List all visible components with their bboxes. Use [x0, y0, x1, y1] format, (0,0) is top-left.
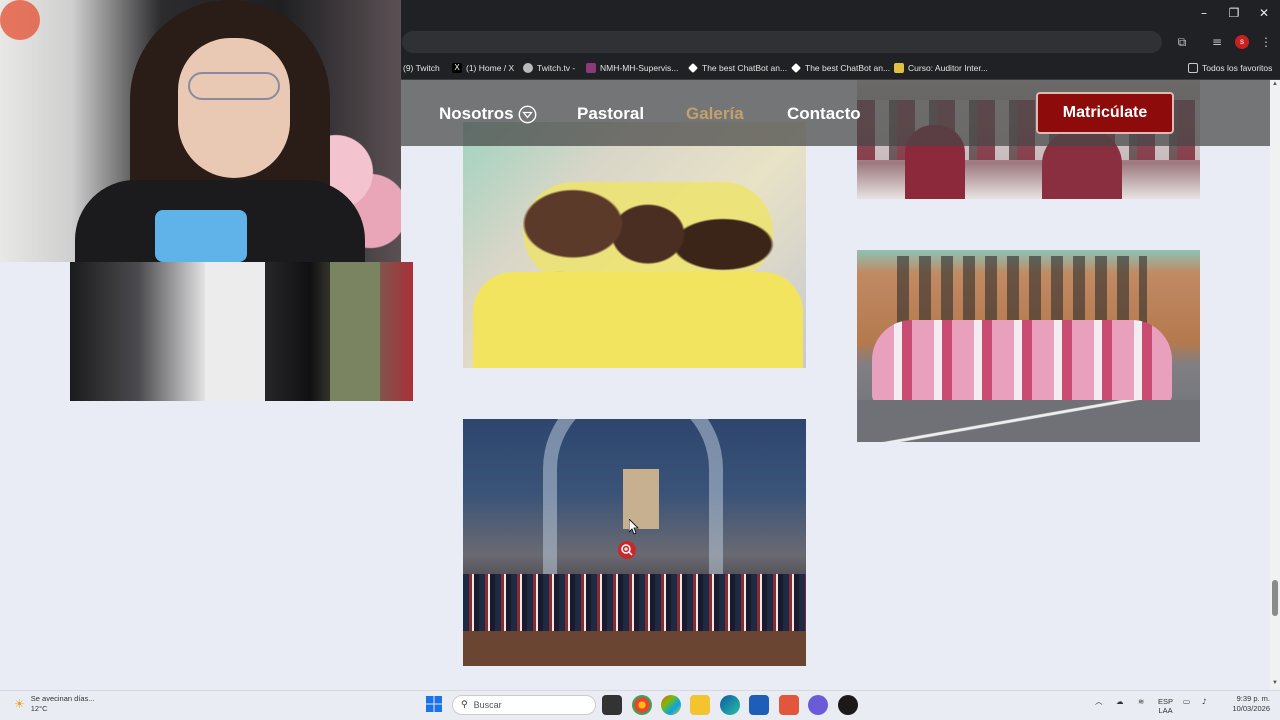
nav-nosotros[interactable]: Nosotros — [439, 104, 514, 124]
gallery-photo-stage-event[interactable] — [70, 262, 413, 401]
clock-time: 9:39 p. m. — [1236, 694, 1270, 703]
chatbot-icon — [791, 63, 801, 73]
chrome-icon[interactable] — [632, 695, 652, 715]
tray-expand-icon[interactable]: ︿ — [1095, 697, 1103, 706]
task-view-icon[interactable] — [602, 695, 622, 715]
store-icon[interactable] — [749, 695, 769, 715]
bookmark-item[interactable]: The best ChatBot an... — [688, 61, 787, 75]
nav-galeria[interactable]: Galería — [686, 104, 744, 124]
keyboard-layout: LAA — [1158, 706, 1173, 715]
wifi-icon[interactable]: ≋ — [1138, 697, 1144, 706]
profile-avatar[interactable]: s — [1235, 35, 1249, 49]
nav-contacto[interactable]: Contacto — [787, 104, 861, 124]
bookmark-label: Twitch.tv - — [537, 63, 576, 73]
network-icon[interactable]: ☁ — [1116, 697, 1124, 706]
bookmark-label: Curso: Auditor Inter... — [908, 63, 988, 73]
bookmark-item[interactable]: Twitch.tv - — [523, 61, 575, 75]
volume-icon[interactable]: ♪ — [1202, 697, 1207, 706]
system-clock[interactable]: 9:39 p. m. 10/03/2026 — [1222, 694, 1270, 714]
weather-temperature: 12°C — [30, 704, 48, 713]
minimize-icon[interactable]: – — [1194, 6, 1214, 20]
globe-icon — [523, 63, 533, 73]
chevron-down-icon[interactable] — [518, 105, 537, 124]
file-explorer-icon[interactable] — [690, 695, 710, 715]
gallery-photo-folk-dance[interactable] — [857, 250, 1200, 442]
bookmark-label: The best ChatBot an... — [702, 63, 788, 73]
obs-icon[interactable] — [838, 695, 858, 715]
discord-icon[interactable] — [808, 695, 828, 715]
address-bar[interactable] — [402, 31, 1162, 53]
search-icon: ⚲ — [461, 700, 468, 710]
scroll-up-icon[interactable]: ▲ — [1271, 81, 1279, 89]
language-indicator[interactable]: ESP LAA — [1158, 697, 1173, 715]
bookmark-item[interactable]: (9) Twitch — [403, 61, 440, 75]
weather-widget[interactable]: ☀ Se avecinan días... 12°C — [14, 694, 95, 714]
weather-icon: ☀ — [14, 697, 25, 711]
language-code: ESP — [1158, 697, 1174, 706]
bookmark-label: The best ChatBot an... — [805, 63, 891, 73]
mouse-cursor-icon — [629, 519, 639, 535]
all-bookmarks-label: Todos los favoritos — [1202, 63, 1273, 73]
edge-icon[interactable] — [720, 695, 740, 715]
bookmark-item[interactable]: Curso: Auditor Inter... — [894, 61, 988, 75]
gallery-photo-students-selfie[interactable] — [463, 122, 806, 368]
bookmark-label: (9) Twitch — [403, 63, 440, 73]
windows-start-icon[interactable] — [426, 696, 442, 712]
zoom-in-icon[interactable] — [618, 541, 636, 559]
bookmark-item[interactable]: The best ChatBot an... — [791, 61, 890, 75]
bookmark-item[interactable]: X (1) Home / X — [452, 61, 514, 75]
folder-icon — [1188, 63, 1198, 73]
display-icon[interactable]: ▭ — [1183, 697, 1190, 706]
streaming-app-icon[interactable] — [779, 695, 799, 715]
webcam-overlay — [0, 0, 401, 262]
close-icon[interactable]: ✕ — [1254, 6, 1274, 20]
chatbot-icon — [688, 63, 698, 73]
media-control-icon[interactable]: ≡ — [1209, 34, 1225, 50]
x-logo-icon: X — [452, 63, 462, 73]
clock-date: 10/03/2026 — [1232, 704, 1270, 713]
all-bookmarks[interactable]: Todos los favoritos — [1188, 61, 1272, 75]
weather-forecast: Se avecinan días... — [30, 694, 95, 703]
extensions-icon[interactable]: ⧉ — [1174, 34, 1190, 50]
folder-icon — [894, 63, 904, 73]
grid-icon — [586, 63, 596, 73]
copilot-icon[interactable] — [661, 695, 681, 715]
restore-icon[interactable]: ❐ — [1224, 6, 1244, 20]
search-placeholder: Buscar — [473, 700, 502, 710]
bookmark-item[interactable]: NMH-MH-Supervis... — [586, 61, 678, 75]
bookmark-label: NMH-MH-Supervis... — [600, 63, 679, 73]
menu-kebab-icon[interactable]: ⋮ — [1258, 34, 1274, 50]
enroll-button[interactable]: Matricúlate — [1036, 92, 1174, 134]
nav-pastoral[interactable]: Pastoral — [577, 104, 644, 124]
scroll-down-icon[interactable]: ▼ — [1271, 680, 1279, 688]
bookmark-label: (1) Home / X — [466, 63, 515, 73]
taskbar-search[interactable]: ⚲ Buscar — [452, 695, 596, 715]
scrollbar-thumb[interactable] — [1272, 580, 1278, 616]
